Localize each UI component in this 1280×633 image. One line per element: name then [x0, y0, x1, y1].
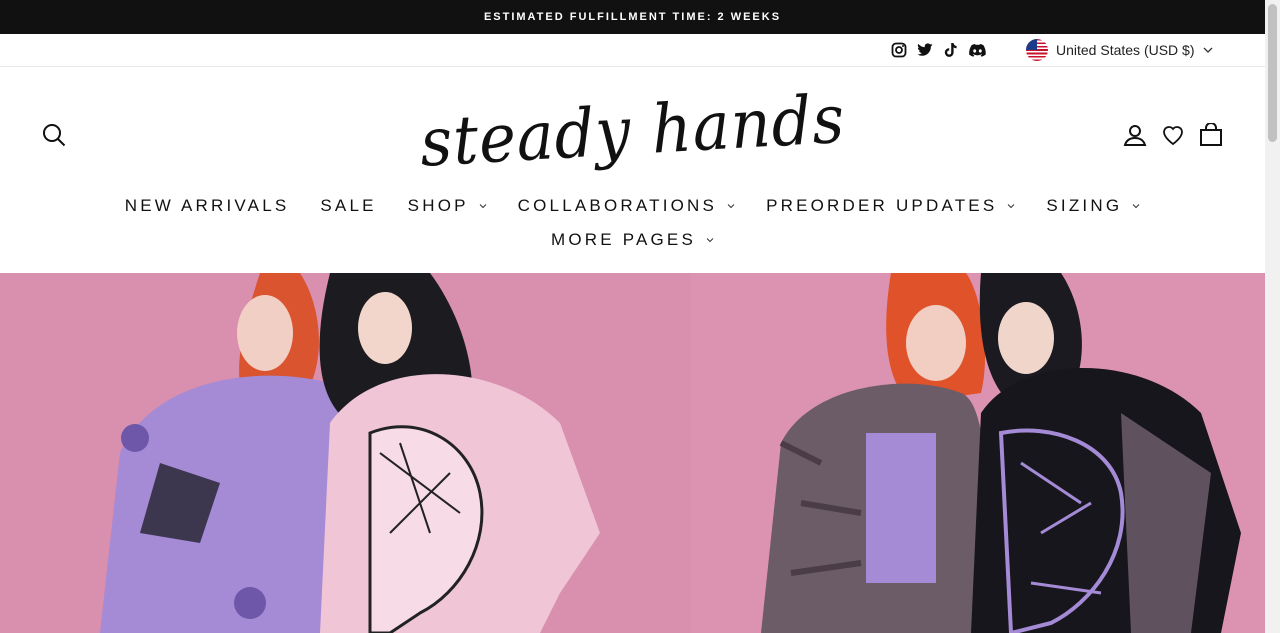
site-header: steady hands NEW ARRIVALS SALE SHOP COLL…	[0, 67, 1265, 273]
instagram-icon[interactable]	[890, 41, 908, 59]
chevron-down-icon	[727, 204, 735, 209]
nav-item-more-pages[interactable]: MORE PAGES	[551, 230, 714, 250]
nav-item-label: SALE	[320, 196, 377, 215]
nav-item-shop[interactable]: SHOP	[408, 196, 487, 216]
nav-row-secondary: MORE PAGES	[0, 223, 1265, 257]
announcement-bar: ESTIMATED FULFILLMENT TIME: 2 WEEKS	[0, 0, 1265, 34]
nav-item-label: COLLABORATIONS	[517, 196, 718, 215]
hero-banner	[0, 273, 1265, 633]
nav-item-label: PREORDER UPDATES	[766, 196, 998, 215]
nav-item-label: SHOP	[407, 196, 469, 215]
chevron-down-icon	[1132, 204, 1140, 209]
currency-selector[interactable]: United States (USD $)	[1026, 38, 1213, 62]
wishlist-heart-icon[interactable]	[1161, 123, 1185, 147]
site-logo[interactable]: steady hands	[418, 79, 846, 182]
nav-item-label: SIZING	[1046, 196, 1123, 215]
twitter-icon[interactable]	[916, 41, 934, 59]
chevron-down-icon	[1008, 204, 1015, 209]
nav-item-sizing[interactable]: SIZING	[1046, 196, 1140, 216]
scrollbar-thumb[interactable]	[1268, 4, 1277, 142]
announcement-text: ESTIMATED FULFILLMENT TIME: 2 WEEKS	[483, 11, 782, 23]
hero-photo-flannels	[691, 273, 1265, 633]
tiktok-icon[interactable]	[942, 41, 960, 59]
nav-item-label: NEW ARRIVALS	[124, 196, 290, 215]
nav-item-new-arrivals[interactable]: NEW ARRIVALS	[125, 196, 290, 216]
hero-photo-sweaters	[0, 273, 691, 633]
hero-image-flannels[interactable]	[691, 273, 1265, 633]
chevron-down-icon	[706, 238, 714, 243]
social-links	[890, 41, 986, 59]
nav-item-sale[interactable]: SALE	[320, 196, 376, 216]
utility-bar: United States (USD $)	[0, 34, 1265, 67]
search-icon[interactable]	[42, 123, 66, 147]
page-scrollbar[interactable]	[1265, 0, 1280, 633]
currency-label: United States (USD $)	[1056, 42, 1195, 58]
chevron-down-icon	[479, 204, 487, 209]
chevron-down-icon	[1203, 47, 1212, 53]
us-flag-icon	[1026, 39, 1048, 61]
main-navigation: NEW ARRIVALS SALE SHOP COLLABORATIONS PR…	[0, 189, 1265, 257]
cart-bag-icon[interactable]	[1199, 122, 1223, 147]
nav-item-preorder-updates[interactable]: PREORDER UPDATES	[766, 196, 1015, 216]
discord-icon[interactable]	[968, 41, 986, 59]
hero-image-sweaters[interactable]	[0, 273, 691, 633]
logo-text: steady hands	[418, 78, 847, 182]
account-icon[interactable]	[1123, 123, 1147, 147]
nav-item-collaborations[interactable]: COLLABORATIONS	[518, 196, 735, 216]
nav-item-label: MORE PAGES	[550, 230, 697, 249]
nav-row-primary: NEW ARRIVALS SALE SHOP COLLABORATIONS PR…	[0, 189, 1265, 223]
